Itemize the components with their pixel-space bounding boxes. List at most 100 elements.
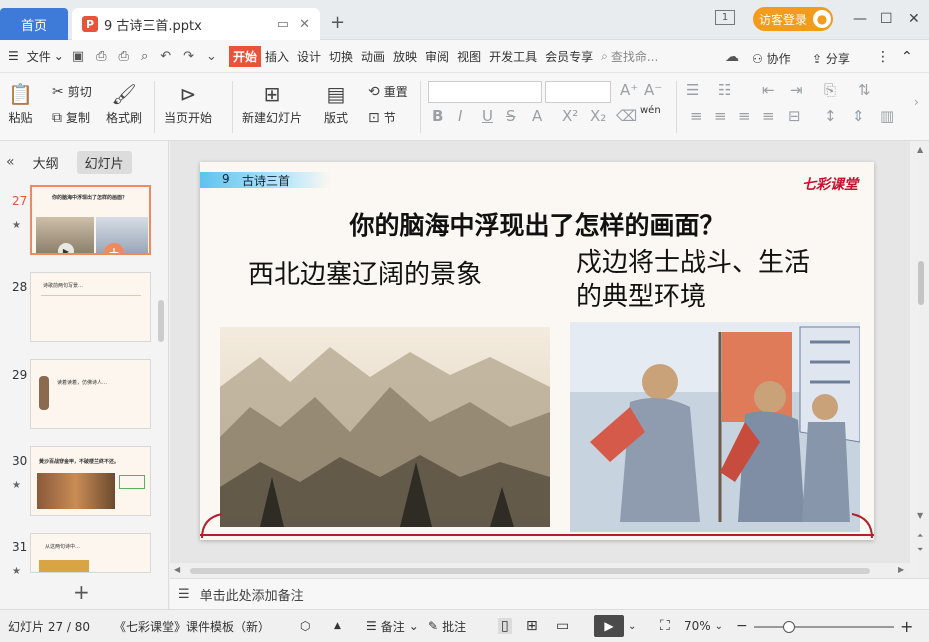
justify-icon[interactable]: ≡ bbox=[762, 107, 775, 125]
horizontal-scroll-thumb[interactable] bbox=[190, 568, 870, 574]
bold-icon[interactable]: B bbox=[432, 107, 443, 125]
cut-button[interactable]: ✂ 剪切 bbox=[52, 83, 92, 100]
collaborate-button[interactable]: ⚇ 协作 bbox=[752, 50, 791, 67]
menu-animation[interactable]: 动画 bbox=[361, 48, 385, 65]
menu-start[interactable]: 开始 bbox=[228, 45, 261, 67]
reading-view-icon[interactable]: ▭ bbox=[556, 618, 569, 634]
command-search[interactable]: ⌕ 查找命... bbox=[601, 48, 658, 65]
font-family-select[interactable] bbox=[428, 81, 542, 103]
superscript-icon[interactable]: X² bbox=[562, 107, 578, 125]
play-thumb-icon[interactable]: ▶ bbox=[58, 243, 74, 253]
tab-slides[interactable]: 幻灯片 bbox=[76, 150, 132, 174]
panel-scrollbar[interactable] bbox=[158, 300, 164, 342]
slide-sorter-icon[interactable]: ⊞ bbox=[526, 618, 538, 634]
scroll-right-icon[interactable]: ▶ bbox=[898, 565, 904, 574]
home-tab[interactable]: 首页 bbox=[0, 8, 68, 40]
paste-button[interactable]: 📋 粘贴 bbox=[8, 79, 33, 126]
columns-icon[interactable]: ▥ bbox=[880, 107, 894, 125]
play-slideshow-button[interactable]: ▶ ⌄ bbox=[594, 615, 636, 637]
window-count-badge[interactable]: 1 bbox=[715, 10, 735, 25]
share-button[interactable]: ⇪ 分享 bbox=[812, 50, 850, 67]
tab-outline[interactable]: 大纲 bbox=[33, 153, 59, 172]
mountain-landscape-image[interactable] bbox=[220, 327, 550, 527]
font-color-icon[interactable]: A bbox=[532, 107, 542, 125]
sort-icon[interactable]: ⇅ bbox=[858, 81, 871, 99]
collapse-panel-icon[interactable]: « bbox=[6, 154, 15, 170]
slide-title[interactable]: 你的脑海中浮现出了怎样的画面？ bbox=[200, 206, 874, 242]
paragraph-spacing-icon[interactable]: ⇕ bbox=[852, 107, 865, 125]
reset-button[interactable]: ⟲ 重置 bbox=[368, 83, 408, 100]
fit-window-icon[interactable]: ⛶ bbox=[660, 618, 670, 634]
menu-design[interactable]: 设计 bbox=[297, 48, 321, 65]
menu-icon[interactable]: ☰ bbox=[8, 49, 19, 63]
copy-button[interactable]: ⧉ 复制 bbox=[52, 109, 90, 126]
format-painter-button[interactable]: 🖌 格式刷 bbox=[106, 79, 142, 126]
font-size-select[interactable] bbox=[545, 81, 611, 103]
menu-transition[interactable]: 切换 bbox=[329, 48, 353, 65]
undo-icon[interactable]: ↶ bbox=[160, 49, 171, 64]
expand-up-icon[interactable]: ▲ bbox=[334, 621, 341, 631]
zoom-slider-knob[interactable] bbox=[783, 621, 795, 633]
more-icon[interactable]: ⋮ bbox=[876, 49, 890, 65]
canvas-vertical-scrollbar[interactable]: ▲ ▼ ⏶ ⏷ bbox=[913, 141, 929, 578]
menu-file[interactable]: 文件 ⌄ bbox=[27, 48, 64, 65]
distribute-icon[interactable]: ⊟ bbox=[788, 107, 801, 125]
zoom-out-icon[interactable]: − bbox=[736, 618, 748, 634]
menu-view[interactable]: 视图 bbox=[457, 48, 481, 65]
caption-left[interactable]: 西北边塞辽阔的景象 bbox=[248, 258, 482, 292]
scroll-left-icon[interactable]: ◀ bbox=[174, 565, 180, 574]
window-float-icon[interactable]: ▭ bbox=[277, 17, 289, 32]
menu-review[interactable]: 审阅 bbox=[425, 48, 449, 65]
outdent-icon[interactable]: ⇤ bbox=[762, 81, 775, 99]
caption-right[interactable]: 戍边将士战斗、生活 的典型环境 bbox=[576, 246, 810, 314]
notes-toggle-button[interactable]: ☰ 备注 ⌄ bbox=[366, 618, 419, 635]
indent-icon[interactable]: ⇥ bbox=[790, 81, 803, 99]
notes-bar[interactable]: ☰ 单击此处添加备注 bbox=[170, 578, 929, 609]
scroll-down-icon[interactable]: ▼ bbox=[917, 511, 923, 520]
menu-insert[interactable]: 插入 bbox=[265, 48, 289, 65]
align-right-icon[interactable]: ≡ bbox=[738, 107, 751, 125]
next-slide-icon[interactable]: ⏷ bbox=[917, 545, 923, 555]
phonetic-guide-icon[interactable]: wén bbox=[640, 105, 661, 116]
ribbon-scroll-right-icon[interactable]: › bbox=[914, 95, 919, 109]
minimize-icon[interactable]: — bbox=[853, 11, 867, 27]
section-button[interactable]: ⊡ 节 bbox=[368, 109, 396, 126]
numbered-list-icon[interactable]: ☷ bbox=[718, 81, 731, 99]
underline-icon[interactable]: U bbox=[482, 107, 493, 125]
increase-font-icon[interactable]: A⁺ bbox=[620, 81, 638, 99]
strikethrough-icon[interactable]: S bbox=[506, 107, 516, 125]
canvas-horizontal-scrollbar[interactable]: ◀ ▶ bbox=[170, 563, 910, 578]
new-slide-button[interactable]: ⊞ 新建幻灯片 bbox=[242, 79, 302, 126]
slide-thumbnail-29[interactable]: 读着读着，仿佛诗人… bbox=[30, 359, 151, 429]
normal-view-icon[interactable]: ▯ bbox=[498, 618, 512, 634]
zoom-slider[interactable] bbox=[754, 621, 894, 633]
line-spacing-icon[interactable]: ↕ bbox=[824, 107, 837, 125]
comment-button[interactable]: ✎ 批注 bbox=[428, 618, 466, 635]
cloud-icon[interactable]: ☁ bbox=[725, 49, 739, 65]
menu-member[interactable]: 会员专享 bbox=[545, 48, 593, 65]
zoom-in-icon[interactable]: + bbox=[900, 617, 913, 636]
print-icon[interactable]: ⎙ bbox=[119, 49, 129, 64]
guest-login-button[interactable]: 访客登录 ● bbox=[753, 7, 833, 31]
collapse-ribbon-icon[interactable]: ⌃ bbox=[901, 49, 913, 65]
cube-icon[interactable]: ⬡ bbox=[300, 619, 310, 633]
current-slide[interactable]: 9 古诗三首 七彩课堂 你的脑海中浮现出了怎样的画面？ 西北边塞辽阔的景象 戍边… bbox=[200, 162, 874, 540]
close-window-icon[interactable]: ✕ bbox=[908, 11, 920, 27]
export-pdf-icon[interactable]: ⎙ bbox=[96, 49, 106, 64]
notes-placeholder[interactable]: 单击此处添加备注 bbox=[200, 585, 304, 604]
italic-icon[interactable]: I bbox=[458, 107, 462, 125]
preview-icon[interactable]: ⌕ bbox=[141, 49, 148, 64]
eraser-icon[interactable]: ⌫ bbox=[616, 107, 637, 125]
align-left-icon[interactable]: ≡ bbox=[690, 107, 703, 125]
scroll-up-icon[interactable]: ▲ bbox=[917, 145, 923, 154]
maximize-icon[interactable]: ☐ bbox=[880, 11, 893, 27]
subscript-icon[interactable]: X₂ bbox=[590, 107, 606, 125]
menu-developer[interactable]: 开发工具 bbox=[489, 48, 537, 65]
redo-icon[interactable]: ↷ bbox=[183, 49, 194, 64]
layout-button[interactable]: ▤ 版式 bbox=[324, 79, 348, 126]
quick-access-dropdown-icon[interactable]: ⌄ bbox=[206, 49, 217, 64]
save-icon[interactable]: ▣ bbox=[72, 49, 84, 64]
text-direction-icon[interactable]: ⎘ bbox=[824, 81, 836, 99]
close-tab-icon[interactable]: ✕ bbox=[299, 17, 310, 32]
slide-thumbnail-31[interactable]: 从这两句诗中… bbox=[30, 533, 151, 573]
